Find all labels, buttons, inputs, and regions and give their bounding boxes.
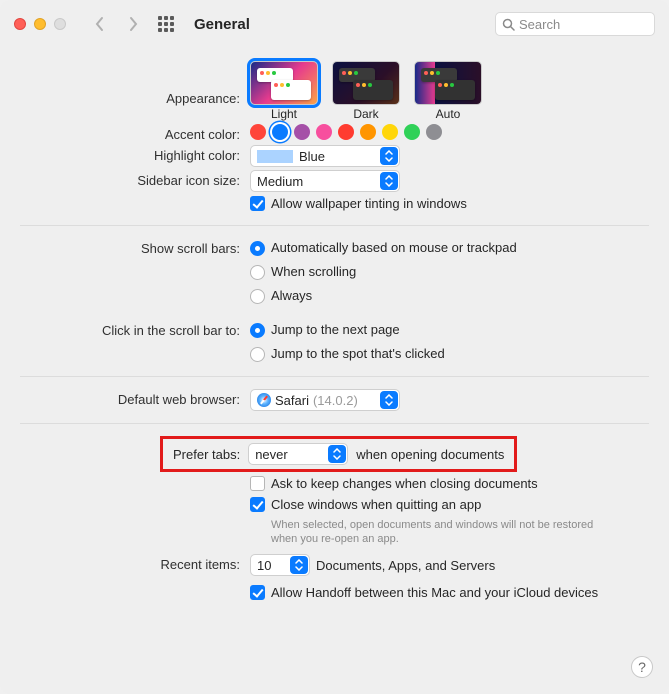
- recent-items-select[interactable]: 10: [250, 554, 310, 576]
- tabs-label: Prefer tabs:: [173, 447, 240, 462]
- accent-swatch-4[interactable]: [338, 124, 354, 140]
- chevron-updown-icon: [380, 147, 398, 165]
- click-scroll-option-0[interactable]: Jump to the next page: [250, 320, 400, 340]
- chevron-updown-icon: [328, 445, 346, 463]
- accent-swatch-1[interactable]: [272, 124, 288, 140]
- accent-swatch-0[interactable]: [250, 124, 266, 140]
- search-field[interactable]: Search: [495, 12, 655, 36]
- chevron-updown-icon: [380, 391, 398, 409]
- click-scroll-group: Jump to the next page Jump to the spot th…: [250, 320, 649, 364]
- tabs-suffix: when opening documents: [356, 447, 504, 462]
- recent-suffix: Documents, Apps, and Servers: [316, 558, 495, 573]
- chevron-updown-icon: [290, 556, 308, 574]
- appearance-label: Appearance:: [20, 61, 250, 106]
- accent-swatch-8[interactable]: [426, 124, 442, 140]
- prefer-tabs-highlight: Prefer tabs: never when opening document…: [160, 436, 517, 472]
- accent-swatch-3[interactable]: [316, 124, 332, 140]
- scrollbars-option-1[interactable]: When scrolling: [250, 262, 356, 282]
- scrollbars-label: Show scroll bars:: [20, 238, 250, 256]
- appearance-auto[interactable]: Auto: [414, 61, 482, 121]
- zoom-window-button: [54, 18, 66, 30]
- scrollbars-group: Automatically based on mouse or trackpad…: [250, 238, 649, 306]
- sidebar-size-select[interactable]: Medium: [250, 170, 400, 192]
- click-scroll-option-1[interactable]: Jump to the spot that's clicked: [250, 344, 445, 364]
- highlight-select[interactable]: Blue: [250, 145, 400, 167]
- appearance-light[interactable]: Light: [250, 61, 318, 121]
- forward-button[interactable]: [120, 11, 146, 37]
- appearance-dark[interactable]: Dark: [332, 61, 400, 121]
- titlebar: General Search: [0, 0, 669, 48]
- scrollbars-option-0[interactable]: Automatically based on mouse or trackpad: [250, 238, 517, 258]
- safari-icon: [257, 393, 271, 407]
- accent-swatch-2[interactable]: [294, 124, 310, 140]
- highlight-label: Highlight color:: [20, 145, 250, 163]
- accent-swatches: [250, 124, 442, 140]
- accent-swatch-5[interactable]: [360, 124, 376, 140]
- window-controls: [14, 18, 66, 30]
- default-browser-select[interactable]: Safari (14.0.2): [250, 389, 400, 411]
- close-window-button[interactable]: [14, 18, 26, 30]
- search-placeholder: Search: [519, 17, 560, 32]
- ask-keep-changes-checkbox[interactable]: Ask to keep changes when closing documen…: [250, 475, 538, 493]
- back-button[interactable]: [86, 11, 112, 37]
- accent-label: Accent color:: [20, 124, 250, 142]
- close-windows-checkbox[interactable]: Close windows when quitting an app: [250, 496, 481, 514]
- pane-title: General: [194, 16, 250, 33]
- appearance-options: Light Dark Auto: [250, 61, 482, 121]
- highlight-swatch: [257, 150, 293, 163]
- search-icon: [502, 18, 515, 31]
- help-button[interactable]: ?: [631, 656, 653, 678]
- content: Appearance: Light Dark Auto: [0, 48, 669, 625]
- chevron-updown-icon: [380, 172, 398, 190]
- prefer-tabs-select[interactable]: never: [248, 443, 348, 465]
- preferences-window: General Search Appearance: Light Dark: [0, 0, 669, 694]
- wallpaper-tinting-checkbox[interactable]: Allow wallpaper tinting in windows: [250, 195, 467, 213]
- click-scroll-label: Click in the scroll bar to:: [20, 320, 250, 338]
- show-all-icon[interactable]: [158, 16, 174, 32]
- sidebar-size-label: Sidebar icon size:: [20, 170, 250, 188]
- browser-label: Default web browser:: [20, 389, 250, 407]
- recent-label: Recent items:: [20, 554, 250, 572]
- scrollbars-option-2[interactable]: Always: [250, 286, 312, 306]
- accent-swatch-6[interactable]: [382, 124, 398, 140]
- handoff-checkbox[interactable]: Allow Handoff between this Mac and your …: [250, 584, 598, 602]
- close-windows-hint: When selected, open documents and window…: [271, 518, 621, 546]
- minimize-window-button[interactable]: [34, 18, 46, 30]
- accent-swatch-7[interactable]: [404, 124, 420, 140]
